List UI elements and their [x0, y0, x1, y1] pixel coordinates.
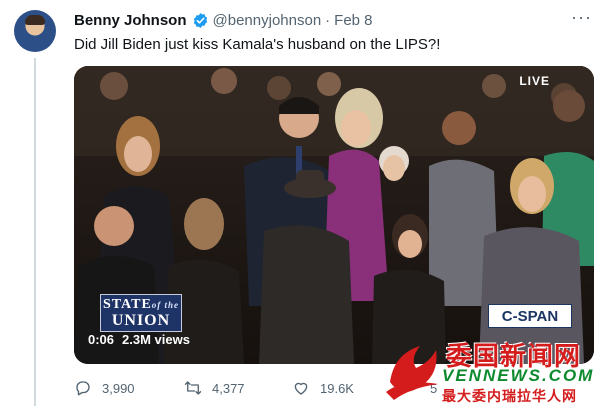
state-of-the-union-logo: STATEof the UNION	[100, 294, 182, 332]
cspan-logo: C-SPAN	[488, 304, 572, 328]
video-duration: 0:06	[88, 332, 115, 347]
thread-line	[34, 58, 36, 406]
tweet-date[interactable]: Feb 8	[334, 12, 372, 29]
retweet-button[interactable]: 4,377	[184, 374, 245, 402]
like-count: 19.6K	[320, 380, 354, 396]
video-views: 2.3M views	[122, 332, 190, 347]
author-handle[interactable]: @bennyjohnson	[213, 12, 322, 29]
tweet-page: Benny Johnson @bennyjohnson · Feb 8 ··· …	[0, 0, 608, 406]
like-button[interactable]: 19.6K	[292, 374, 354, 402]
site-watermark: 委国新闻网 VENNEWS.COM 最大委内瑞拉华人网	[380, 336, 608, 406]
more-icon[interactable]: ···	[571, 8, 592, 26]
author-name[interactable]: Benny Johnson	[74, 12, 187, 29]
header-separator: ·	[325, 11, 331, 29]
author-avatar[interactable]	[14, 10, 56, 52]
live-badge: LIVE	[519, 74, 550, 88]
watermark-slogan-cn: 最大委内瑞拉华人网	[442, 388, 577, 404]
heart-icon	[294, 382, 308, 395]
retweet-icon	[184, 381, 202, 395]
reply-count: 3,990	[102, 380, 135, 396]
watermark-brand-en: VENNEWS.COM	[442, 366, 595, 385]
reply-button[interactable]: 3,990	[74, 374, 135, 402]
reply-icon	[76, 381, 90, 396]
video-stats: 0:06 2.3M views	[88, 332, 190, 347]
tweet-header: Benny Johnson @bennyjohnson · Feb 8	[74, 10, 373, 30]
tweet-text: Did Jill Biden just kiss Kamala's husban…	[74, 36, 441, 53]
retweet-count: 4,377	[212, 380, 245, 396]
verified-badge-icon	[193, 12, 207, 28]
watermark-logo-icon	[386, 346, 438, 400]
video-player[interactable]: LIVE STATEof the UNION 0:06 2.3M views C…	[74, 66, 594, 364]
